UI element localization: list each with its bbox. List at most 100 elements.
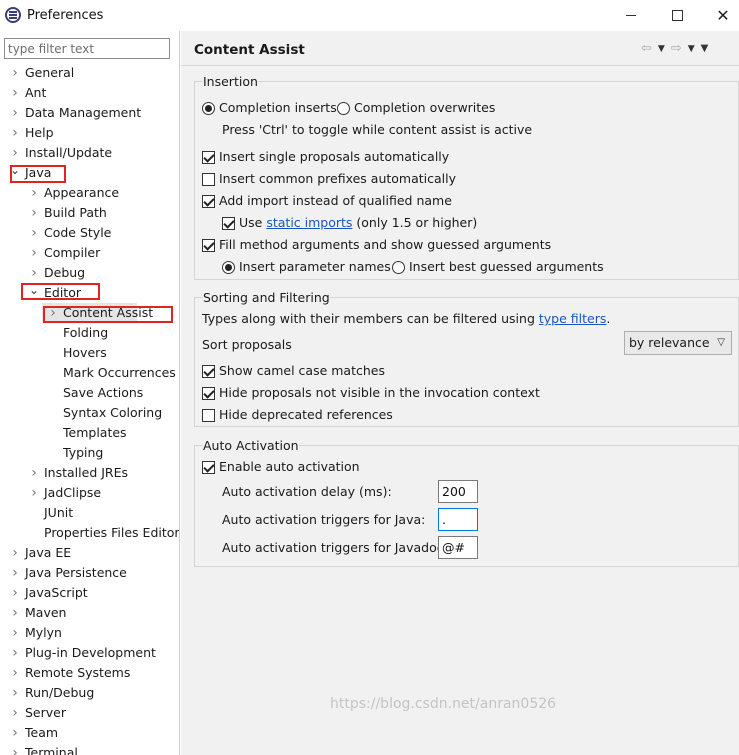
tree-item-appearance[interactable]: › Appearance	[27, 183, 119, 203]
tree-item-run-debug[interactable]: › Run/Debug	[8, 683, 94, 703]
checkbox-indicator[interactable]	[202, 238, 215, 252]
chevron-right-icon[interactable]: ›	[8, 543, 22, 563]
chevron-right-icon[interactable]: ›	[8, 63, 22, 83]
forward-menu-chevron-icon[interactable]: ▼	[688, 44, 695, 56]
tree-item-properties-files-editor[interactable]: Properties Files Editor	[27, 523, 179, 543]
chevron-down-icon[interactable]: ⌄	[27, 283, 41, 297]
hide-invisible-checkbox[interactable]: Hide proposals not visible in the invoca…	[202, 385, 540, 401]
tree-item-mylyn[interactable]: › Mylyn	[8, 623, 62, 643]
tree-item-templates[interactable]: Templates	[46, 423, 127, 443]
maximize-button[interactable]	[654, 0, 700, 31]
tree-item-data-management[interactable]: › Data Management	[8, 103, 141, 123]
insert-single-checkbox[interactable]: Insert single proposals automatically	[202, 149, 449, 165]
back-menu-chevron-icon[interactable]: ▼	[658, 44, 665, 56]
chevron-right-icon[interactable]: ›	[8, 143, 22, 163]
tree-item-install-update[interactable]: › Install/Update	[8, 143, 112, 163]
checkbox-indicator[interactable]	[202, 386, 215, 400]
tree-item-ant[interactable]: › Ant	[8, 83, 46, 103]
chevron-right-icon[interactable]: ›	[8, 563, 22, 583]
back-arrow-icon[interactable]: ⇦	[641, 41, 652, 56]
auto-activation-delay-input[interactable]	[438, 480, 478, 503]
tree-item-junit[interactable]: JUnit	[27, 503, 73, 523]
checkbox-indicator[interactable]	[202, 150, 215, 164]
chevron-right-icon[interactable]: ›	[8, 663, 22, 683]
tree-item-compiler[interactable]: › Compiler	[27, 243, 100, 263]
chevron-right-icon[interactable]: ›	[8, 683, 22, 703]
chevron-right-icon[interactable]: ›	[46, 303, 60, 323]
tree-item-javascript[interactable]: › JavaScript	[8, 583, 87, 603]
enable-auto-activation-checkbox[interactable]: Enable auto activation	[202, 459, 360, 475]
tree-item-plug-in-development[interactable]: › Plug-in Development	[8, 643, 156, 663]
checkbox-indicator[interactable]	[202, 460, 215, 474]
completion-overwrites-radio[interactable]: Completion overwrites	[337, 100, 495, 116]
chevron-right-icon[interactable]: ›	[27, 183, 41, 203]
tree-item-general[interactable]: › General	[8, 63, 74, 83]
chevron-right-icon[interactable]: ›	[27, 223, 41, 243]
tree-item-code-style[interactable]: › Code Style	[27, 223, 111, 243]
hide-deprecated-checkbox[interactable]: Hide deprecated references	[202, 407, 393, 423]
chevron-right-icon[interactable]: ›	[27, 483, 41, 503]
checkbox-indicator[interactable]	[202, 172, 215, 186]
chevron-right-icon[interactable]: ›	[8, 623, 22, 643]
show-camel-case-checkbox[interactable]: Show camel case matches	[202, 363, 385, 379]
chevron-right-icon[interactable]: ›	[8, 123, 22, 143]
tree-item-team[interactable]: › Team	[8, 723, 58, 743]
tree-item-maven[interactable]: › Maven	[8, 603, 66, 623]
forward-arrow-icon[interactable]: ⇨	[671, 41, 682, 56]
add-import-checkbox[interactable]: Add import instead of qualified name	[202, 193, 452, 209]
radio-indicator[interactable]	[202, 101, 215, 115]
tree-item-mark-occurrences[interactable]: Mark Occurrences	[46, 363, 176, 383]
chevron-right-icon[interactable]: ›	[8, 723, 22, 743]
chevron-right-icon[interactable]: ›	[27, 263, 41, 283]
chevron-right-icon[interactable]: ›	[8, 703, 22, 723]
insert-best-guessed-radio[interactable]: Insert best guessed arguments	[392, 259, 604, 275]
radio-indicator[interactable]	[337, 101, 350, 115]
tree-item-content-assist[interactable]: › Content Assist	[42, 303, 153, 323]
tree-item-server[interactable]: › Server	[8, 703, 66, 723]
filter-input[interactable]	[4, 38, 170, 59]
completion-inserts-radio[interactable]: Completion inserts	[202, 100, 337, 116]
java-triggers-input[interactable]	[438, 508, 478, 531]
close-button[interactable]: ✕	[700, 0, 739, 31]
sort-proposals-select[interactable]: by relevance ▽	[624, 331, 732, 355]
radio-indicator[interactable]	[222, 260, 235, 274]
tree-item-editor[interactable]: ⌄ Editor	[27, 283, 81, 303]
tree-item-terminal[interactable]: › Terminal	[8, 743, 78, 755]
chevron-right-icon[interactable]: ›	[27, 243, 41, 263]
tree-item-jadclipse[interactable]: › JadClipse	[27, 483, 101, 503]
chevron-right-icon[interactable]: ›	[8, 83, 22, 103]
checkbox-indicator[interactable]	[202, 408, 215, 422]
tree-item-debug[interactable]: › Debug	[27, 263, 85, 283]
chevron-right-icon[interactable]: ›	[27, 203, 41, 223]
tree-item-syntax-coloring[interactable]: Syntax Coloring	[46, 403, 162, 423]
type-filters-link[interactable]: type filters	[539, 311, 607, 327]
checkbox-indicator[interactable]	[222, 216, 235, 230]
tree-item-java-persistence[interactable]: › Java Persistence	[8, 563, 127, 583]
javadoc-triggers-input[interactable]	[438, 536, 478, 559]
tree-item-help[interactable]: › Help	[8, 123, 53, 143]
radio-indicator[interactable]	[392, 260, 405, 274]
insert-common-checkbox[interactable]: Insert common prefixes automatically	[202, 171, 456, 187]
chevron-right-icon[interactable]: ›	[8, 643, 22, 663]
tree-item-hovers[interactable]: Hovers	[46, 343, 107, 363]
tree-item-folding[interactable]: Folding	[46, 323, 108, 343]
tree-item-build-path[interactable]: › Build Path	[27, 203, 107, 223]
tree-item-remote-systems[interactable]: › Remote Systems	[8, 663, 130, 683]
view-menu-chevron-icon[interactable]: ▼	[701, 43, 709, 56]
checkbox-indicator[interactable]	[202, 364, 215, 378]
tree-item-typing[interactable]: Typing	[46, 443, 103, 463]
chevron-right-icon[interactable]: ›	[27, 463, 41, 483]
chevron-right-icon[interactable]: ›	[8, 743, 22, 755]
chevron-down-icon[interactable]: ⌄	[8, 163, 22, 177]
tree-item-save-actions[interactable]: Save Actions	[46, 383, 143, 403]
minimize-button[interactable]	[608, 0, 654, 31]
tree-item-java[interactable]: ⌄ Java	[8, 163, 51, 183]
chevron-right-icon[interactable]: ›	[8, 583, 22, 603]
tree-item-installed-jres[interactable]: › Installed JREs	[27, 463, 128, 483]
chevron-right-icon[interactable]: ›	[8, 603, 22, 623]
fill-method-checkbox[interactable]: Fill method arguments and show guessed a…	[202, 237, 551, 253]
static-imports-link[interactable]: static imports	[266, 215, 352, 231]
checkbox-indicator[interactable]	[202, 194, 215, 208]
insert-parameter-names-radio[interactable]: Insert parameter names	[222, 259, 391, 275]
tree-item-java-ee[interactable]: › Java EE	[8, 543, 71, 563]
